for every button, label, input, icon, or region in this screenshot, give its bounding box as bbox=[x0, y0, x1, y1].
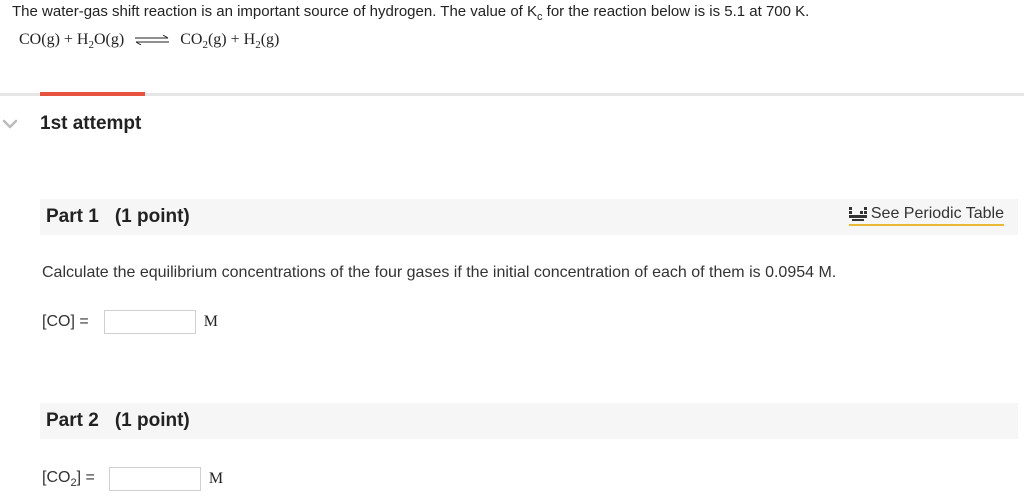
co2-unit: M bbox=[208, 470, 224, 487]
attempt-label[interactable]: 1st attempt bbox=[40, 113, 141, 135]
part-1-question: Calculate the equilibrium concentrations… bbox=[42, 264, 837, 281]
part-2-name: Part 2 bbox=[46, 410, 99, 431]
part-2-points: (1 point) bbox=[114, 410, 190, 431]
active-attempt-indicator bbox=[40, 92, 145, 96]
co2-label-prefix: [CO bbox=[42, 468, 71, 486]
eq-phase-3: (g) bbox=[207, 31, 227, 48]
part-2-header: Part 2 (1 point) bbox=[40, 403, 1018, 439]
eq-phase-2: (g) bbox=[105, 31, 125, 48]
part-1-points: (1 point) bbox=[114, 206, 190, 227]
eq-co2-co: CO bbox=[180, 31, 203, 48]
eq-h2o-h: H bbox=[76, 31, 89, 48]
co2-label: [CO2] = bbox=[42, 469, 95, 489]
co-concentration-input[interactable] bbox=[103, 310, 196, 334]
part-1-name: Part 1 bbox=[46, 206, 99, 227]
co2-label-suffix: ] = bbox=[76, 468, 95, 486]
reaction-equation: CO(g) + H2O(g) CO2(g) + H2(g) bbox=[19, 31, 279, 51]
periodic-table-icon bbox=[848, 207, 867, 221]
part-2-title: Part 2 (1 point) bbox=[46, 410, 190, 432]
chevron-down-icon[interactable] bbox=[2, 117, 18, 131]
eq-plus-2: + bbox=[226, 31, 244, 48]
see-periodic-table-link[interactable]: See Periodic Table bbox=[848, 205, 1004, 226]
eq-h2-h: H bbox=[243, 31, 256, 48]
eq-phase-4: (g) bbox=[260, 31, 280, 48]
intro-text-after: for the reaction below is is 5.1 at 700 … bbox=[542, 3, 810, 20]
co-unit: M bbox=[203, 313, 218, 330]
attempt-divider bbox=[0, 93, 1024, 96]
intro-text-before: The water-gas shift reaction is an impor… bbox=[12, 3, 537, 20]
eq-plus-1: + bbox=[59, 31, 77, 48]
co-label: [CO] = bbox=[42, 313, 89, 330]
eq-co: CO bbox=[19, 31, 42, 48]
co-answer-row: [CO] = M bbox=[42, 310, 218, 334]
part-1-header: Part 1 (1 point) See Periodic Table bbox=[40, 199, 1018, 235]
equilibrium-arrow-icon bbox=[135, 35, 170, 46]
eq-phase-1: (g) bbox=[41, 31, 60, 48]
see-periodic-table-label: See Periodic Table bbox=[870, 205, 1004, 222]
co2-answer-row: [CO2] = M bbox=[42, 467, 223, 491]
problem-statement: The water-gas shift reaction is an impor… bbox=[12, 3, 809, 23]
co2-concentration-input[interactable] bbox=[108, 467, 201, 491]
eq-h2o-o: O bbox=[93, 31, 106, 48]
part-1-title: Part 1 (1 point) bbox=[46, 206, 190, 228]
